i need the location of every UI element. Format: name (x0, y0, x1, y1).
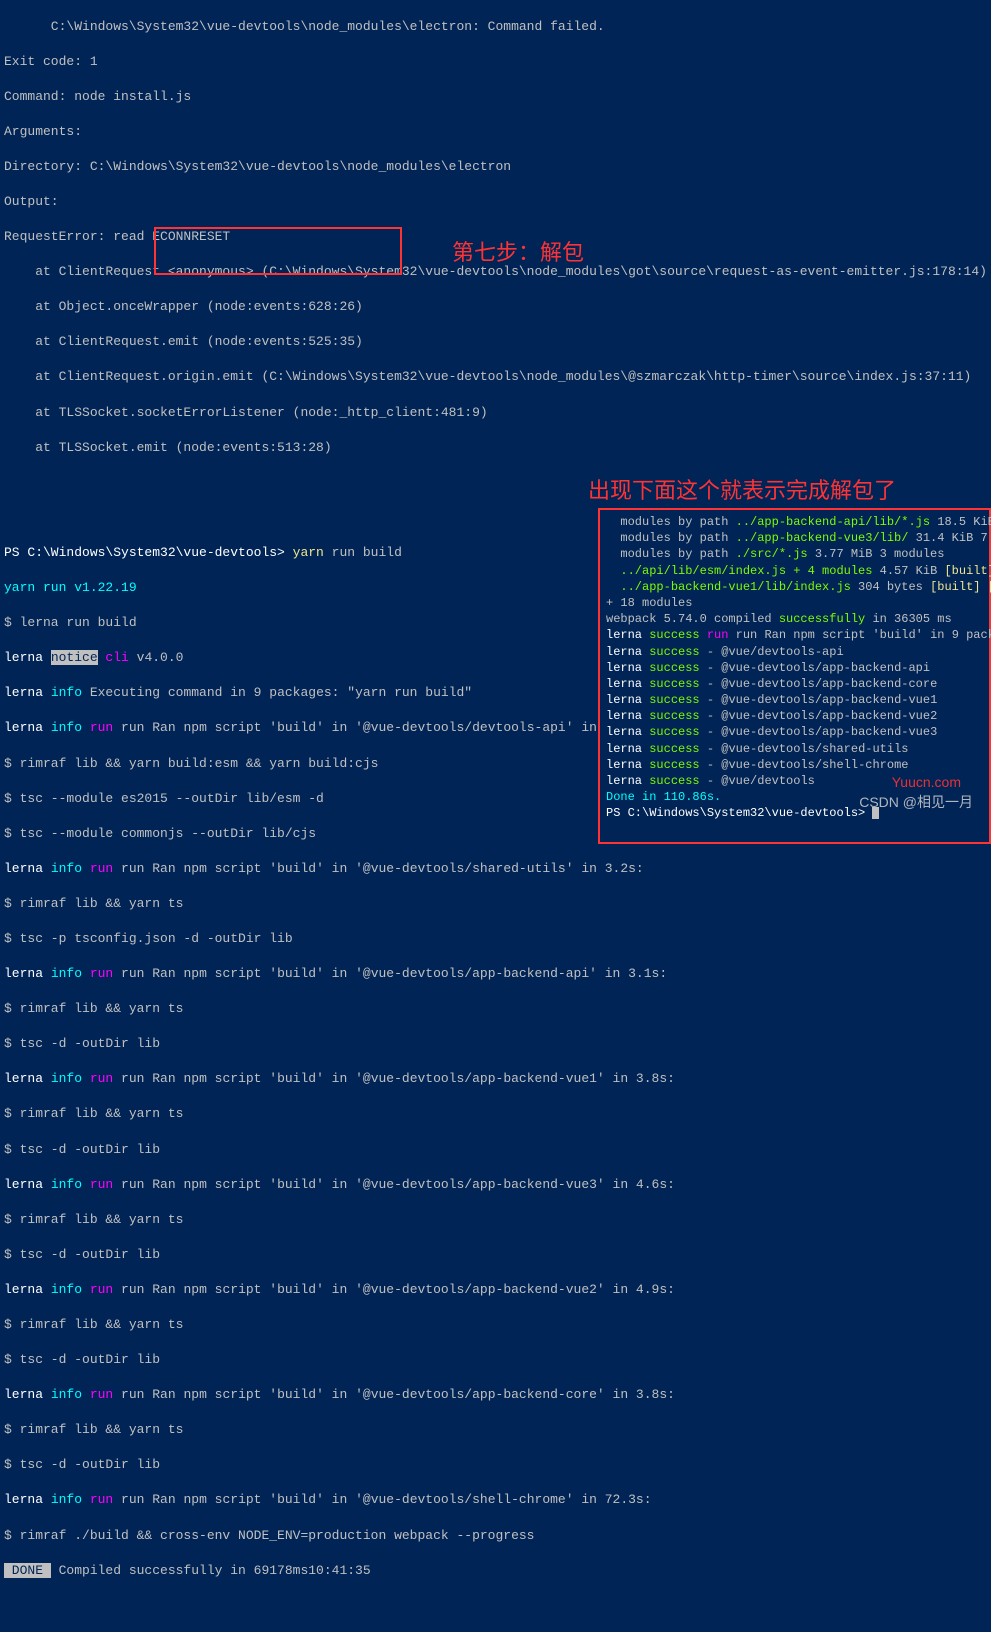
lerna-success: lerna success - @vue-devtools/app-backen… (606, 724, 987, 740)
lerna-success: lerna success - @vue-devtools/shared-uti… (606, 741, 987, 757)
lerna-success: lerna success run run Ran npm script 'bu… (606, 627, 987, 643)
cmd-line: $ rimraf lib && yarn ts (4, 1105, 987, 1123)
lerna-info: lerna info run run Ran npm script 'build… (4, 1386, 987, 1404)
lerna-info: lerna info run run Ran npm script 'build… (4, 1070, 987, 1088)
lerna-success: lerna success - @vue-devtools/app-backen… (606, 692, 987, 708)
output-line: at ClientRequest.origin.emit (C:\Windows… (4, 368, 987, 386)
cmd-line: $ rimraf lib && yarn ts (4, 1211, 987, 1229)
output-line: Arguments: (4, 123, 987, 141)
cmd-yarn: yarn (293, 545, 324, 560)
module-line: modules by path ../app-backend-vue3/lib/… (606, 530, 987, 546)
prompt-path: PS C:\Windows\System32\vue-devtools> (4, 545, 293, 560)
annotation-done: 出现下面这个就表示完成解包了 (588, 476, 896, 506)
cmd-line: $ tsc -d -outDir lib (4, 1141, 987, 1159)
output-line: Directory: C:\Windows\System32\vue-devto… (4, 158, 987, 176)
annotation-step7: 第七步：解包 (452, 238, 584, 268)
lerna-success: lerna success - @vue-devtools/app-backen… (606, 708, 987, 724)
cmd-line: $ tsc -d -outDir lib (4, 1351, 987, 1369)
output-line: at Object.onceWrapper (node:events:628:2… (4, 298, 987, 316)
lerna-info: lerna info run run Ran npm script 'build… (4, 1491, 987, 1509)
done-line: DONE Compiled successfully in 69178ms10:… (4, 1562, 987, 1580)
cmd-line: $ tsc -d -outDir lib (4, 1246, 987, 1264)
module-line: ../api/lib/esm/index.js + 4 modules 4.57… (606, 563, 987, 579)
output-line: Exit code: 1 (4, 53, 987, 71)
output-line: at TLSSocket.emit (node:events:513:28) (4, 439, 987, 457)
highlight-box-1 (154, 227, 402, 275)
lerna-success: lerna success - @vue-devtools/app-backen… (606, 660, 987, 676)
module-line: + 18 modules (606, 595, 987, 611)
csdn-watermark: CSDN @相见一月 (859, 793, 973, 812)
output-line: Command: node install.js (4, 88, 987, 106)
lerna-success: lerna success - @vue-devtools/shell-chro… (606, 757, 987, 773)
cmd-line: $ rimraf lib && yarn ts (4, 1000, 987, 1018)
lerna-info: lerna info run run Ran npm script 'build… (4, 1176, 987, 1194)
module-line: ../app-backend-vue1/lib/index.js 304 byt… (606, 579, 987, 595)
lerna-info: lerna info run run Ran npm script 'build… (4, 1281, 987, 1299)
lerna-success: lerna success - @vue-devtools/app-backen… (606, 676, 987, 692)
cmd-rest: run build (324, 545, 402, 560)
cmd-line: $ tsc -d -outDir lib (4, 1456, 987, 1474)
cmd-line: $ rimraf lib && yarn ts (4, 895, 987, 913)
cmd-line: $ rimraf lib && yarn ts (4, 1316, 987, 1334)
webpack-line: webpack 5.74.0 compiled successfully in … (606, 611, 987, 627)
cmd-line: $ rimraf lib && yarn ts (4, 1421, 987, 1439)
cmd-line: $ rimraf ./build && cross-env NODE_ENV=p… (4, 1527, 987, 1545)
output-line: C:\Windows\System32\vue-devtools\node_mo… (4, 18, 987, 36)
lerna-success: lerna success - @vue/devtools-api (606, 644, 987, 660)
cmd-line: $ tsc -d -outDir lib (4, 1035, 987, 1053)
cmd-line: $ tsc -p tsconfig.json -d -outDir lib (4, 930, 987, 948)
yuucn-watermark: Yuucn.com (892, 773, 961, 792)
lerna-info: lerna info run run Ran npm script 'build… (4, 860, 987, 878)
output-line: at ClientRequest.emit (node:events:525:3… (4, 333, 987, 351)
output-line: at TLSSocket.socketErrorListener (node:_… (4, 404, 987, 422)
output-line: Output: (4, 193, 987, 211)
lerna-info: lerna info run run Ran npm script 'build… (4, 965, 987, 983)
module-line: modules by path ../app-backend-api/lib/*… (606, 514, 987, 530)
module-line: modules by path ./src/*.js 3.77 MiB 3 mo… (606, 546, 987, 562)
